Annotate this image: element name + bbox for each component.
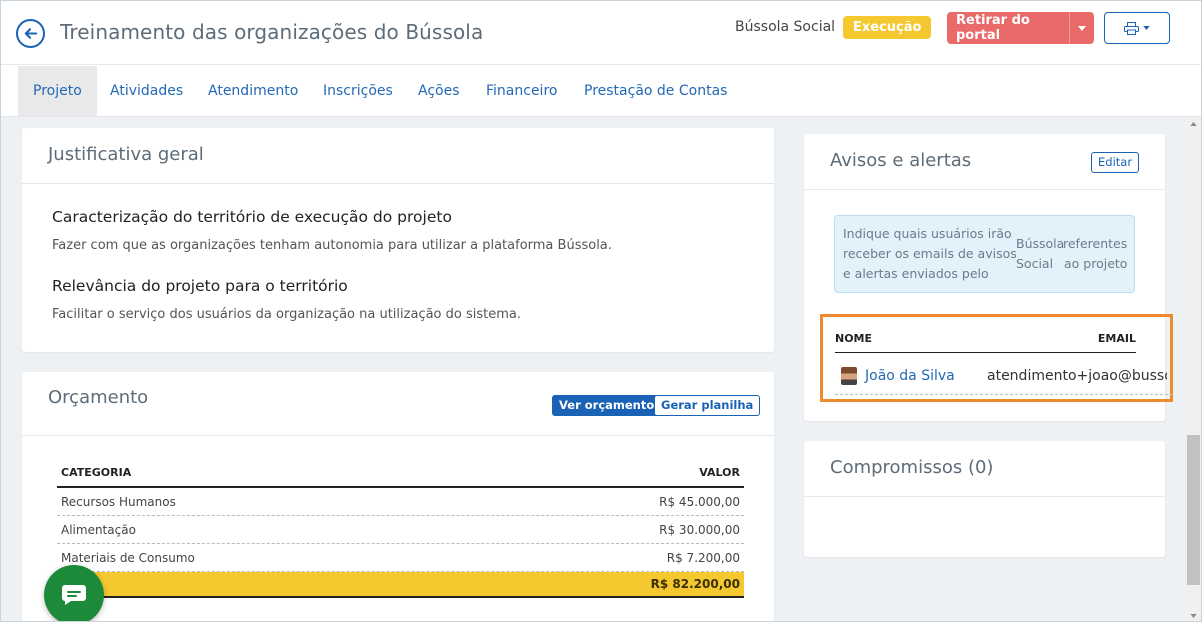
recipients-highlight: NOME EMAIL João da Silva atendimento+joa… bbox=[820, 314, 1173, 402]
tab-financeiro[interactable]: Financeiro bbox=[471, 66, 572, 116]
value-cell: R$ 7.200,00 bbox=[666, 550, 740, 565]
portal-dropdown-toggle[interactable] bbox=[1069, 12, 1094, 44]
divider bbox=[22, 435, 774, 436]
organization-name: Bússola Social bbox=[735, 19, 836, 35]
avisos-title: Avisos e alertas bbox=[830, 150, 972, 171]
back-button[interactable] bbox=[16, 19, 45, 48]
remove-from-portal-button[interactable]: Retirar do portal bbox=[947, 12, 1094, 44]
recipient-email: atendimento+joao@bussola bbox=[987, 367, 1167, 384]
tab-atendimento[interactable]: Atendimento bbox=[193, 66, 313, 116]
scroll-down-arrow[interactable] bbox=[1185, 609, 1201, 621]
remove-from-portal-label: Retirar do portal bbox=[956, 13, 1030, 43]
compromissos-card: Compromissos (0) bbox=[804, 441, 1165, 557]
divider bbox=[804, 496, 1165, 497]
info-line: Bússola bbox=[1016, 236, 1065, 251]
chat-icon bbox=[62, 585, 86, 605]
divider bbox=[804, 189, 1165, 190]
column-header-name: NOME bbox=[835, 332, 873, 345]
project-tabs: Projeto Atividades Atendimento Inscriçõe… bbox=[1, 65, 1201, 117]
column-header-email: EMAIL bbox=[1097, 332, 1136, 345]
chat-button[interactable] bbox=[44, 565, 104, 621]
section-heading: Relevância do projeto para o território bbox=[52, 277, 348, 295]
recipients-table-header: NOME EMAIL bbox=[835, 325, 1136, 353]
tab-projeto[interactable]: Projeto bbox=[18, 66, 97, 116]
section-heading: Caracterização do território de execução… bbox=[52, 208, 452, 226]
recipient-name-link[interactable]: João da Silva bbox=[865, 368, 987, 384]
category-cell: Alimentação bbox=[61, 522, 136, 537]
info-line: Indique quais usuários irão bbox=[843, 226, 1012, 241]
budget-table: CATEGORIA VALOR Recursos Humanos R$ 45.0… bbox=[57, 458, 744, 598]
value-cell: R$ 45.000,00 bbox=[659, 494, 740, 509]
divider bbox=[22, 183, 774, 184]
info-line: Social bbox=[1016, 256, 1054, 271]
page-header: Treinamento das organizações do Bússola … bbox=[1, 1, 1201, 65]
column-header-category: CATEGORIA bbox=[61, 465, 132, 479]
chevron-down-icon bbox=[1143, 26, 1150, 30]
info-line: referentes bbox=[1063, 236, 1128, 251]
value-cell: R$ 30.000,00 bbox=[659, 522, 740, 537]
column-header-value: VALOR bbox=[699, 465, 740, 479]
status-badge: Execução bbox=[843, 16, 932, 39]
section-text: Fazer com que as organizações tenham aut… bbox=[52, 238, 612, 253]
table-total-row: R$ 82.200,00 bbox=[57, 572, 744, 598]
tab-prestacao-de-contas[interactable]: Prestação de Contas bbox=[569, 66, 742, 116]
section-text: Facilitar o serviço dos usuários da orga… bbox=[52, 307, 521, 322]
justificativa-title: Justificativa geral bbox=[48, 144, 204, 165]
category-cell: Materiais de Consumo bbox=[61, 550, 195, 565]
table-row: Materiais de Consumo R$ 7.200,00 bbox=[57, 544, 744, 572]
info-line: e alertas enviados pelo bbox=[843, 266, 989, 281]
print-button[interactable] bbox=[1104, 12, 1170, 44]
tab-atividades[interactable]: Atividades bbox=[95, 66, 198, 116]
tab-inscricoes[interactable]: Inscrições bbox=[308, 66, 408, 116]
table-header: CATEGORIA VALOR bbox=[57, 458, 744, 488]
scroll-up-arrow[interactable] bbox=[1185, 117, 1201, 131]
info-line: ao projeto bbox=[1064, 256, 1128, 271]
info-text: Indique quais usuários irão receber os e… bbox=[843, 224, 1017, 284]
total-value: R$ 82.200,00 bbox=[650, 577, 740, 591]
view-budget-button[interactable]: Ver orçamento bbox=[552, 395, 662, 416]
tab-acoes[interactable]: Ações bbox=[403, 66, 475, 116]
compromissos-title: Compromissos (0) bbox=[830, 457, 994, 478]
recipient-row: João da Silva atendimento+joao@bussola bbox=[835, 357, 1173, 395]
table-row: Alimentação R$ 30.000,00 bbox=[57, 516, 744, 544]
avisos-card: Avisos e alertas Editar Indique quais us… bbox=[804, 134, 1173, 421]
info-line: receber os emails de avisos bbox=[843, 246, 1017, 261]
app-window: Treinamento das organizações do Bússola … bbox=[0, 0, 1202, 622]
triangle-up-icon bbox=[1190, 122, 1197, 126]
triangle-down-icon bbox=[1190, 614, 1197, 618]
page-title: Treinamento das organizações do Bússola bbox=[60, 20, 484, 44]
printer-icon bbox=[1124, 21, 1139, 35]
chevron-down-icon bbox=[1078, 25, 1086, 31]
scrollbar-thumb[interactable] bbox=[1187, 435, 1200, 585]
orcamento-card: Orçamento Ver orçamento Gerar planilha C… bbox=[22, 372, 774, 621]
arrow-left-icon bbox=[24, 28, 38, 39]
avatar bbox=[841, 366, 857, 385]
vertical-scrollbar[interactable] bbox=[1185, 117, 1201, 621]
justificativa-card: Justificativa geral Caracterização do te… bbox=[22, 128, 774, 352]
info-box: Indique quais usuários irão receber os e… bbox=[834, 215, 1135, 293]
orcamento-title: Orçamento bbox=[48, 387, 149, 408]
info-text: referentes ao projeto bbox=[1063, 234, 1127, 274]
table-row: Recursos Humanos R$ 45.000,00 bbox=[57, 488, 744, 516]
generate-spreadsheet-button[interactable]: Gerar planilha bbox=[654, 395, 761, 416]
info-text: Bússola Social bbox=[1016, 234, 1064, 274]
category-cell: Recursos Humanos bbox=[61, 494, 176, 509]
edit-button[interactable]: Editar bbox=[1091, 152, 1140, 173]
